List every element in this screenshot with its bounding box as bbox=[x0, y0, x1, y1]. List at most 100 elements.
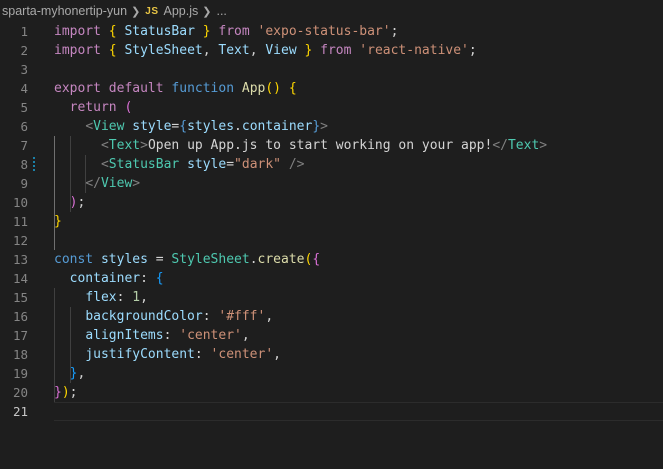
code-token: () bbox=[265, 81, 282, 96]
line-number: 17 bbox=[12, 328, 28, 343]
javascript-file-icon: JS bbox=[145, 5, 159, 17]
code-text: }, bbox=[54, 364, 663, 383]
code-token: View bbox=[265, 43, 297, 58]
code-token: . bbox=[249, 252, 258, 267]
code-text: <View style={styles.container}> bbox=[54, 117, 663, 136]
code-token: StatusBar bbox=[108, 157, 180, 172]
code-token: "dark" bbox=[234, 157, 282, 172]
code-line[interactable]: 15 flex: 1, bbox=[0, 288, 663, 307]
code-line[interactable]: 1 import { StatusBar } from 'expo-status-… bbox=[0, 22, 663, 41]
code-line[interactable]: 13 const styles = StyleSheet.create({ bbox=[0, 250, 663, 269]
code-token: '#fff' bbox=[218, 309, 266, 324]
breadcrumb-folder[interactable]: sparta-myhonertip-yun bbox=[2, 4, 127, 18]
line-number: 3 bbox=[20, 62, 28, 77]
code-token: ( bbox=[124, 100, 133, 115]
code-token: App bbox=[241, 81, 266, 96]
code-line[interactable]: 21 bbox=[0, 402, 663, 421]
code-token: const bbox=[54, 252, 94, 267]
line-number: 11 bbox=[12, 214, 28, 229]
code-token: from bbox=[218, 24, 250, 39]
code-token: default bbox=[108, 81, 164, 96]
code-token: container bbox=[69, 271, 141, 286]
code-token: { bbox=[179, 119, 188, 134]
code-token: } bbox=[54, 385, 62, 400]
code-token: ; bbox=[390, 24, 399, 39]
code-token: 'center' bbox=[179, 328, 242, 343]
code-token: > bbox=[539, 138, 548, 153]
code-line[interactable]: 19 }, bbox=[0, 364, 663, 383]
code-token: { bbox=[155, 271, 164, 286]
breadcrumb-symbols[interactable]: ... bbox=[216, 4, 226, 18]
code-line[interactable]: 16 backgroundColor: '#fff', bbox=[0, 307, 663, 326]
code-line[interactable]: 8 <StatusBar style="dark" /> bbox=[0, 155, 663, 174]
code-token: function bbox=[171, 81, 235, 96]
line-number: 18 bbox=[12, 347, 28, 362]
breadcrumb-file[interactable]: App.js bbox=[164, 4, 199, 18]
code-text: import { StatusBar } from 'expo-status-b… bbox=[54, 22, 663, 41]
code-token: create bbox=[257, 252, 305, 267]
line-number: 8 bbox=[20, 157, 28, 172]
code-line[interactable]: 4 export default function App() { bbox=[0, 79, 663, 98]
code-line[interactable]: 6 <View style={styles.container}> bbox=[0, 117, 663, 136]
code-token: backgroundColor bbox=[85, 309, 203, 324]
code-line[interactable]: 7 <Text>Open up App.js to start working … bbox=[0, 136, 663, 155]
code-token: StyleSheet bbox=[171, 252, 250, 267]
code-token: ; bbox=[468, 43, 477, 58]
code-text: ); bbox=[54, 193, 663, 212]
code-line[interactable]: 9 </View> bbox=[0, 174, 663, 193]
code-token: </ bbox=[85, 176, 101, 191]
code-token: ) bbox=[61, 385, 70, 400]
code-token: ; bbox=[77, 195, 86, 210]
code-token: View bbox=[100, 176, 133, 191]
code-token: , bbox=[273, 347, 281, 362]
code-token: Text bbox=[507, 138, 540, 153]
code-text: flex: 1, bbox=[54, 288, 663, 307]
code-token: } bbox=[54, 214, 62, 229]
code-token: alignItems bbox=[85, 328, 164, 343]
code-line[interactable]: 12 bbox=[0, 231, 663, 250]
modified-line-indicator bbox=[33, 157, 35, 172]
code-token: </ bbox=[492, 138, 508, 153]
code-token: export bbox=[54, 81, 101, 96]
line-number: 15 bbox=[12, 290, 28, 305]
code-token: 1 bbox=[132, 290, 141, 305]
code-token: import bbox=[54, 43, 101, 58]
code-text: justifyContent: 'center', bbox=[54, 345, 663, 364]
code-text: } bbox=[54, 212, 663, 231]
code-line[interactable]: 5 return ( bbox=[0, 98, 663, 117]
code-token: } bbox=[202, 24, 211, 39]
code-line[interactable]: 11} bbox=[0, 212, 663, 231]
line-number: 2 bbox=[20, 43, 28, 58]
code-line[interactable]: 20}); bbox=[0, 383, 663, 402]
code-line[interactable]: 10 ); bbox=[0, 193, 663, 212]
code-token: > bbox=[132, 176, 141, 191]
code-line[interactable]: 2 import { StyleSheet, Text, View } from … bbox=[0, 41, 663, 60]
code-token: { bbox=[288, 81, 297, 96]
line-number: 21 bbox=[12, 404, 28, 419]
chevron-right-icon: ❯ bbox=[202, 5, 212, 18]
code-token: 'expo-status-bar' bbox=[257, 24, 391, 39]
code-token: style bbox=[132, 119, 172, 134]
code-text: import { StyleSheet, Text, View } from '… bbox=[54, 41, 663, 60]
code-token: : bbox=[116, 290, 133, 305]
code-token: < bbox=[100, 157, 109, 172]
code-line[interactable]: 3 bbox=[0, 60, 663, 79]
chevron-right-icon: ❯ bbox=[131, 5, 141, 18]
code-token: , bbox=[241, 328, 250, 343]
code-token: , bbox=[265, 309, 274, 324]
code-token: import bbox=[54, 24, 101, 39]
code-line[interactable]: 14 container: { bbox=[0, 269, 663, 288]
code-token: = bbox=[147, 252, 172, 267]
code-token: StatusBar bbox=[124, 24, 195, 39]
code-line[interactable]: 17 alignItems: 'center', bbox=[0, 326, 663, 345]
code-line[interactable]: 18 justifyContent: 'center', bbox=[0, 345, 663, 364]
